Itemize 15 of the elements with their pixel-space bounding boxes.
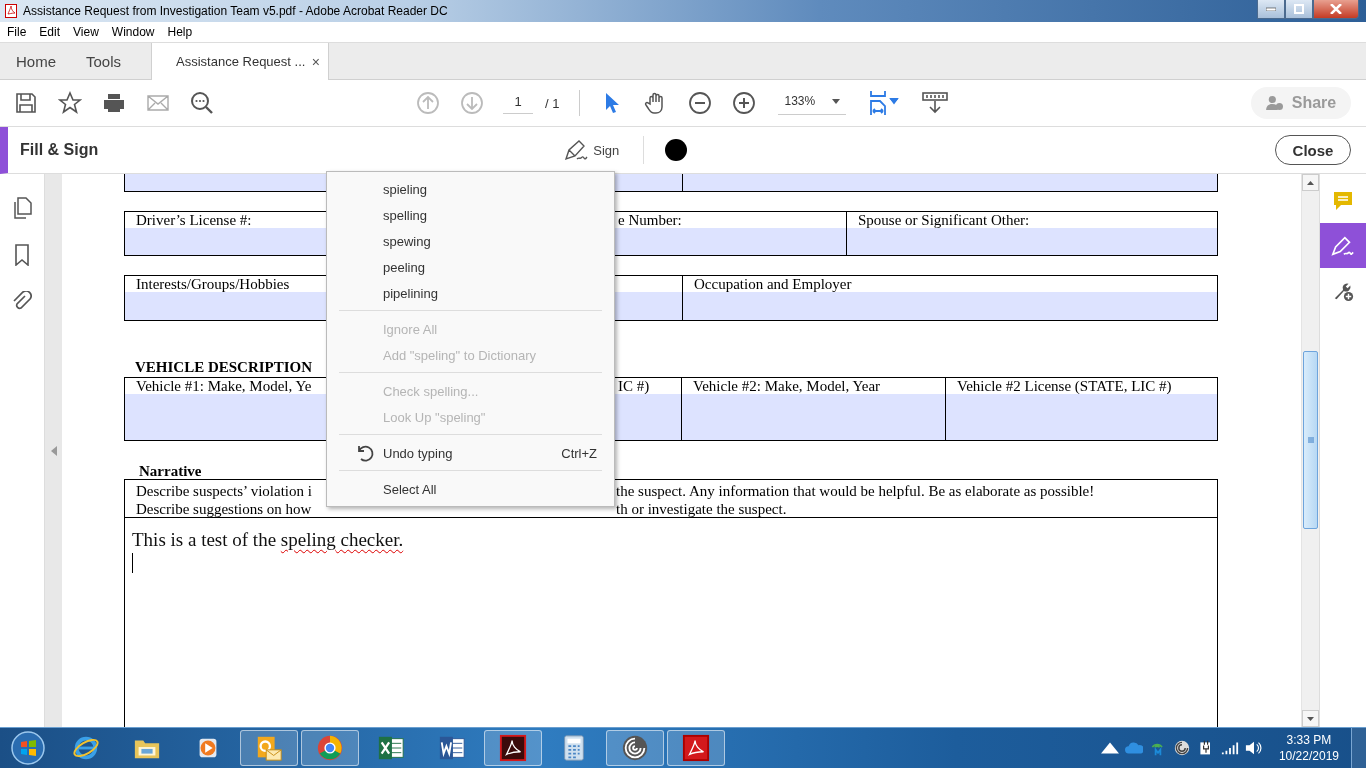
page-total: / 1 — [545, 95, 560, 111]
instruction-text: Describe suspects’ violation i — [135, 482, 312, 500]
tab-title: Assistance Request ... — [176, 54, 306, 69]
instruction-text: th or investigate the suspect. — [616, 500, 787, 518]
section-heading: VEHICLE DESCRIPTION — [135, 358, 314, 376]
instruction-text: Describe suggestions on how — [135, 500, 312, 518]
section-heading: Narrative — [139, 463, 203, 479]
instruction-text: the suspect. Any information that would be helpful. Be as elaborate as possible! — [616, 482, 1095, 500]
tool-title: Fill & Sign — [20, 141, 99, 159]
typed-text: This is a test of the speling checker. — [132, 528, 405, 552]
field-label: IC #) — [617, 378, 650, 394]
window-title: Assistance Request from Investigation Team v5.pdf - Adobe Acrobat Reader DC — [23, 4, 448, 18]
clock-date: 10/22/2019 — [1278, 748, 1339, 764]
field-label: e Number: — [617, 212, 682, 228]
clock-time: 3:33 PM — [1286, 732, 1332, 748]
